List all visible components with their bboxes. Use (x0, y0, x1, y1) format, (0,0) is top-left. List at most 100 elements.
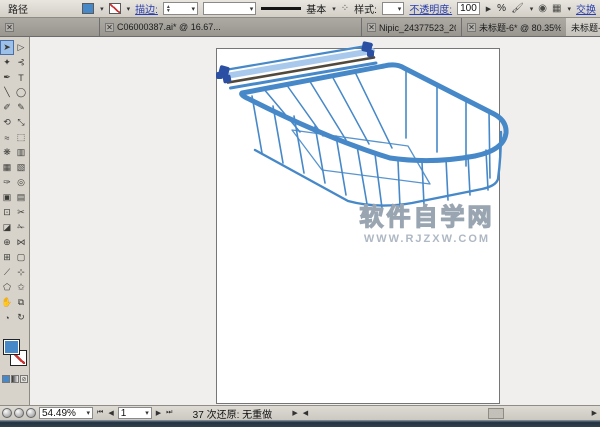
recolor-artwork-icon[interactable]: ◉ (538, 3, 547, 14)
close-icon[interactable]: ✕ (105, 23, 114, 32)
eraser-tool[interactable]: ◪ (0, 220, 14, 235)
first-artboard-button[interactable]: ⏮ (96, 409, 104, 417)
direct-selection-tool[interactable]: ▷ (14, 40, 28, 55)
previous-artboard-button[interactable]: ◀ (107, 409, 114, 417)
status-text: 37 次还原: 无重做 (176, 407, 288, 419)
chevron-down-icon[interactable] (100, 5, 104, 13)
tool-icon: ✂ (17, 207, 25, 218)
gradient-mode-button[interactable] (11, 375, 19, 383)
opacity-popup-icon[interactable]: ▶ (485, 5, 492, 13)
document-tab[interactable]: ✕ Nipic_24377523_20180909160524790000 [转… (362, 18, 462, 36)
pencil-tool[interactable]: ✎ (14, 100, 28, 115)
chevron-down-icon[interactable] (86, 409, 90, 417)
full-screen-mode-button[interactable] (26, 408, 36, 418)
close-icon[interactable]: ✕ (467, 23, 476, 32)
horizontal-scrollbar[interactable] (312, 408, 587, 419)
chevron-down-icon[interactable] (332, 5, 336, 13)
selection-tool[interactable]: ➤ (0, 40, 14, 55)
chevron-down-icon[interactable] (567, 5, 571, 13)
document-tab[interactable]: 未标题-11* @ 54.49... (566, 18, 600, 36)
magic-wand-tool[interactable]: ✦ (0, 55, 14, 70)
scrollbar-thumb[interactable] (488, 408, 504, 419)
brush-definition-select[interactable]: 基本 (306, 1, 326, 16)
brush-stroke-preview[interactable] (261, 7, 301, 10)
close-icon[interactable]: ✕ (5, 23, 14, 32)
fill-color-swatch[interactable] (82, 3, 94, 14)
column-graph-tool[interactable]: ▥ (14, 145, 28, 160)
stroke-panel-link[interactable]: 描边: (135, 1, 158, 16)
tool-icon: ▦ (3, 162, 12, 173)
blend-tool[interactable]: ◎ (14, 175, 28, 190)
scale-tool[interactable]: ⤡ (14, 115, 28, 130)
live-paint-bucket-tool[interactable]: ▣ (0, 190, 14, 205)
width-tool[interactable]: ⊕ (0, 235, 14, 250)
slice-tool[interactable]: ✂ (14, 205, 28, 220)
knife-tool[interactable]: ⟋ (0, 265, 14, 280)
chevron-down-icon[interactable] (530, 5, 534, 13)
chevron-down-icon[interactable] (127, 5, 131, 13)
scroll-left-button[interactable]: ◀ (302, 409, 309, 417)
close-icon[interactable]: ✕ (367, 23, 376, 32)
swap-link[interactable]: 交换 (576, 1, 596, 16)
artboard[interactable] (216, 48, 500, 404)
measure-tool[interactable]: ⊹ (14, 265, 28, 280)
brush-options-icon[interactable]: ⁘ (341, 3, 349, 14)
stroke-weight-input[interactable]: ▲▼ (163, 2, 198, 15)
normal-screen-mode-button[interactable] (2, 408, 12, 418)
rotate-tool[interactable]: ⟲ (0, 115, 14, 130)
full-screen-menu-mode-button[interactable] (14, 408, 24, 418)
stepper-icon[interactable]: ▲▼ (166, 5, 171, 13)
color-mode-button[interactable] (2, 375, 10, 383)
none-mode-button[interactable]: ⊘ (20, 375, 28, 383)
artboard-number-select[interactable]: 1 (118, 407, 152, 419)
variable-width-select[interactable] (203, 2, 256, 15)
shape-builder-tool[interactable]: ⋈ (14, 235, 28, 250)
scroll-right-button[interactable]: ▶ (591, 409, 598, 417)
paintbrush-tool[interactable]: ✐ (0, 100, 14, 115)
style-label: 样式: (354, 1, 377, 16)
stroke-color-swatch[interactable] (109, 3, 121, 14)
free-transform-tool[interactable]: ⬚ (14, 130, 28, 145)
live-paint-selection-tool[interactable]: ▤ (14, 190, 28, 205)
status-menu-icon[interactable]: ▶ (291, 409, 298, 417)
lasso-tool[interactable]: ⊰ (14, 55, 28, 70)
crop-area-tool[interactable]: ⊡ (0, 205, 14, 220)
document-tab-label: Nipic_24377523_20180909160524790000 [转换]… (379, 21, 456, 34)
chevron-down-icon[interactable] (250, 5, 254, 13)
zoom-level-select[interactable]: 54.49% (39, 407, 93, 419)
zoom-tool[interactable]: ◔ (0, 310, 14, 325)
document-tab[interactable]: ✕ C06000387.ai* @ 16.67... (100, 18, 362, 36)
eyedropper-tool[interactable]: ✑ (0, 175, 14, 190)
symbol-sprayer-tool[interactable]: ❋ (0, 145, 14, 160)
hand-tool[interactable]: ✋ (0, 295, 14, 310)
type-tool[interactable]: T (14, 70, 28, 85)
canvas[interactable]: 软件自学网 WWW.RJZXW.COM (30, 37, 600, 405)
print-tiling-tool[interactable]: ⧉ (14, 295, 28, 310)
graphic-styles-icon[interactable]: 🖌 (511, 3, 524, 14)
fill-swatch[interactable] (3, 339, 20, 355)
last-artboard-button[interactable]: ⏭ (165, 409, 173, 417)
rotate-view-tool[interactable]: ↻ (14, 310, 28, 325)
pen-tool[interactable]: ✒ (0, 70, 14, 85)
artboard-tool[interactable]: ▢ (14, 250, 28, 265)
style-select[interactable] (382, 2, 404, 15)
opacity-panel-link[interactable]: 不透明度: (409, 1, 452, 16)
chevron-down-icon[interactable] (191, 5, 195, 13)
tool-icon: ▥ (17, 147, 26, 158)
scissors-tool[interactable]: ✁ (14, 220, 28, 235)
transparency-grid-icon[interactable]: ▦ (552, 3, 561, 14)
chevron-down-icon[interactable] (398, 5, 402, 13)
mesh-tool[interactable]: ▦ (0, 160, 14, 175)
line-segment-tool[interactable]: ╲ (0, 85, 14, 100)
polygon-tool[interactable]: ⬠ (0, 280, 14, 295)
perspective-grid-tool[interactable]: ⊞ (0, 250, 14, 265)
opacity-input[interactable]: 100 (457, 2, 480, 15)
next-artboard-button[interactable]: ▶ (155, 409, 162, 417)
ellipse-tool[interactable]: ◯ (14, 85, 28, 100)
warp-tool[interactable]: ≈ (0, 130, 14, 145)
document-tab[interactable]: ✕ 未标题-6* @ 80.35% (C... (462, 18, 566, 36)
star-tool[interactable]: ✩ (14, 280, 28, 295)
chevron-down-icon[interactable] (145, 409, 149, 417)
document-tab[interactable]: ✕ (0, 18, 100, 36)
gradient-tool[interactable]: ▧ (14, 160, 28, 175)
